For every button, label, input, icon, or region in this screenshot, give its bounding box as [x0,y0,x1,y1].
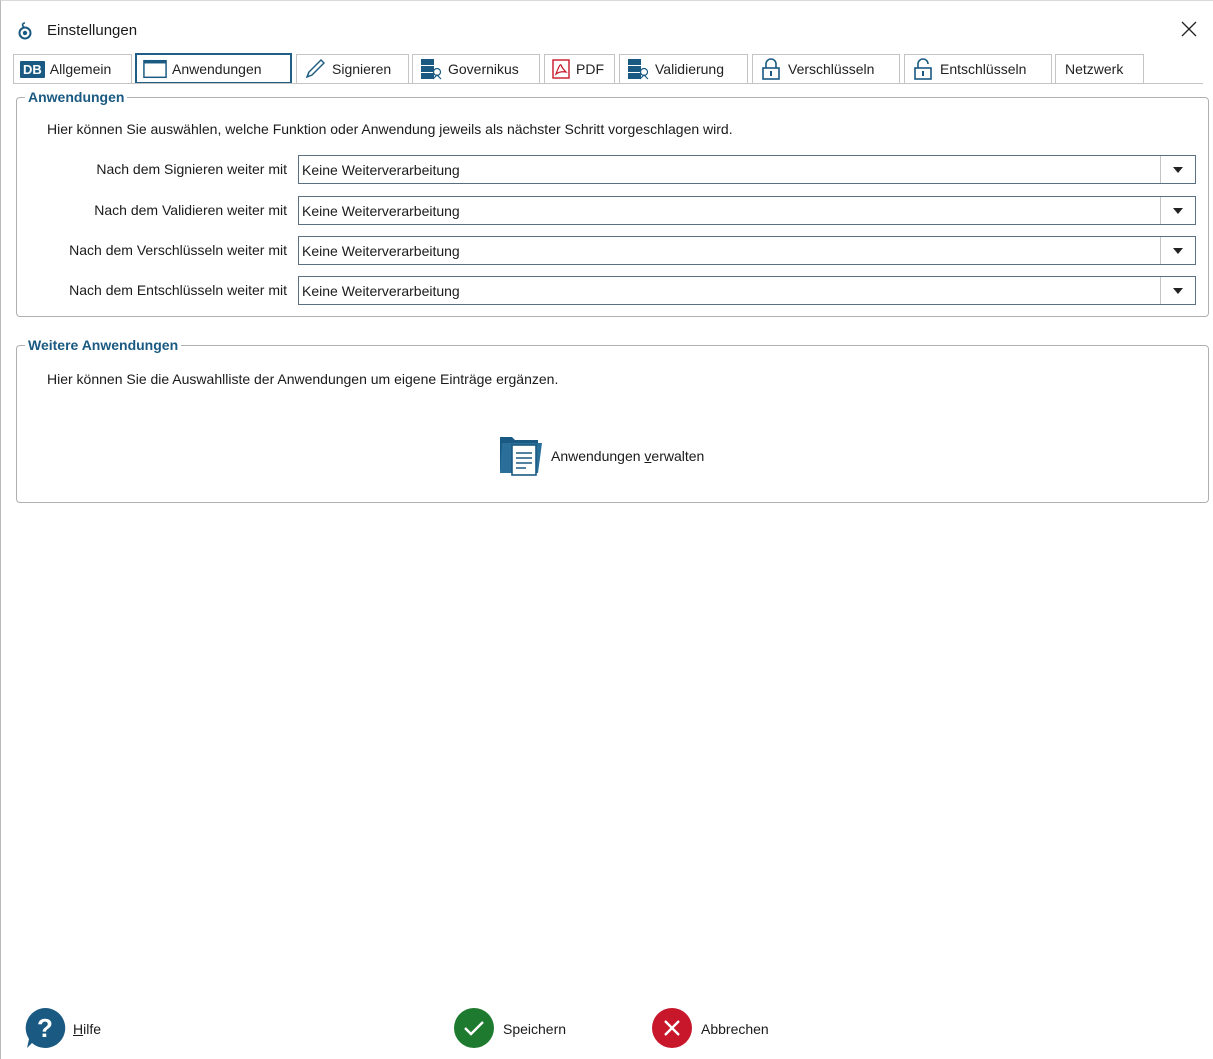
chevron-down-icon[interactable] [1160,277,1195,304]
tab-netzwerk[interactable]: Netzwerk [1055,54,1144,83]
lock-closed-icon [759,58,783,80]
tab-label: Verschlüsseln [788,61,875,77]
cancel-label: Abbrechen [701,1021,769,1037]
cancel-button[interactable]: Abbrechen [651,1007,769,1051]
folder-document-icon [498,431,546,482]
chevron-down-icon[interactable] [1160,197,1195,224]
select-value: Keine Weiterverarbeitung [302,202,460,219]
row-label-validieren: Nach dem Validieren weiter mit [94,202,287,218]
next-after-decrypting-select[interactable]: Keine Weiterverarbeitung [298,276,1196,305]
tab-label: Validierung [655,61,725,77]
check-icon [453,1007,495,1052]
tab-label: Entschlüsseln [940,61,1027,77]
tab-verschluesseln[interactable]: Verschlüsseln [752,54,900,83]
tab-signieren[interactable]: Signieren [296,54,409,83]
lock-open-icon [911,58,935,80]
tab-anwendungen[interactable]: Anwendungen [135,53,292,84]
row-label-entschluesseln: Nach dem Entschlüsseln weiter mit [69,282,287,298]
tab-bar: DB Allgemein Anwendungen Signieren Gover… [13,53,1203,84]
save-label: Speichern [503,1021,567,1037]
group-title: Weitere Anwendungen [25,337,182,353]
manage-applications-button[interactable]: Anwendungen verwalten [498,431,704,481]
pdf-icon [551,58,571,80]
tab-allgemein[interactable]: DB Allgemein [13,54,132,83]
pen-icon [303,58,327,80]
server-check-icon [626,58,650,80]
tab-label: PDF [576,61,604,77]
tab-label: Anwendungen [172,60,262,77]
tab-entschluesseln[interactable]: Entschlüsseln [904,54,1052,83]
weitere-description: Hier können Sie die Auswahlliste der Anw… [47,371,559,387]
save-button[interactable]: Speichern [453,1007,566,1051]
row-label-verschluesseln: Nach dem Verschlüsseln weiter mit [69,242,287,258]
next-after-encrypting-select[interactable]: Keine Weiterverarbeitung [298,236,1196,265]
row-label-signieren: Nach dem Signieren weiter mit [96,161,287,177]
title-bar: Einstellungen [1,1,1213,45]
tab-pdf[interactable]: PDF [544,54,615,83]
close-icon[interactable] [1179,19,1199,39]
select-value: Keine Weiterverarbeitung [302,161,460,178]
help-button[interactable]: ? Hilfe [23,1007,101,1051]
chevron-down-icon[interactable] [1160,156,1195,183]
x-icon [651,1007,693,1052]
group-title: Anwendungen [25,89,128,105]
window-icon [143,58,167,80]
tab-underline [13,83,1203,84]
server-icon [419,58,443,80]
help-icon: ? [23,1006,67,1053]
tab-governikus[interactable]: Governikus [412,54,540,83]
db-icon: DB [20,60,45,78]
tab-label: Allgemein [49,61,112,77]
anwendungen-description: Hier können Sie auswählen, welche Funkti… [47,121,733,137]
tab-label: Governikus [448,61,519,77]
chevron-down-icon[interactable] [1160,237,1195,264]
app-logo-icon [16,22,34,40]
manage-applications-label: Anwendungen verwalten [551,448,705,464]
settings-window: Einstellungen DB Allgemein Anwendungen S… [0,0,1213,1059]
next-after-signing-select[interactable]: Keine Weiterverarbeitung [298,155,1196,184]
next-after-validating-select[interactable]: Keine Weiterverarbeitung [298,196,1196,225]
window-title: Einstellungen [47,22,138,39]
tab-label: Signieren [332,61,392,77]
select-value: Keine Weiterverarbeitung [302,282,460,299]
tab-validierung[interactable]: Validierung [619,54,748,83]
select-value: Keine Weiterverarbeitung [302,242,460,259]
tab-label: Netzwerk [1065,61,1124,77]
svg-text:?: ? [37,1013,53,1043]
help-label: Hilfe [73,1021,102,1037]
